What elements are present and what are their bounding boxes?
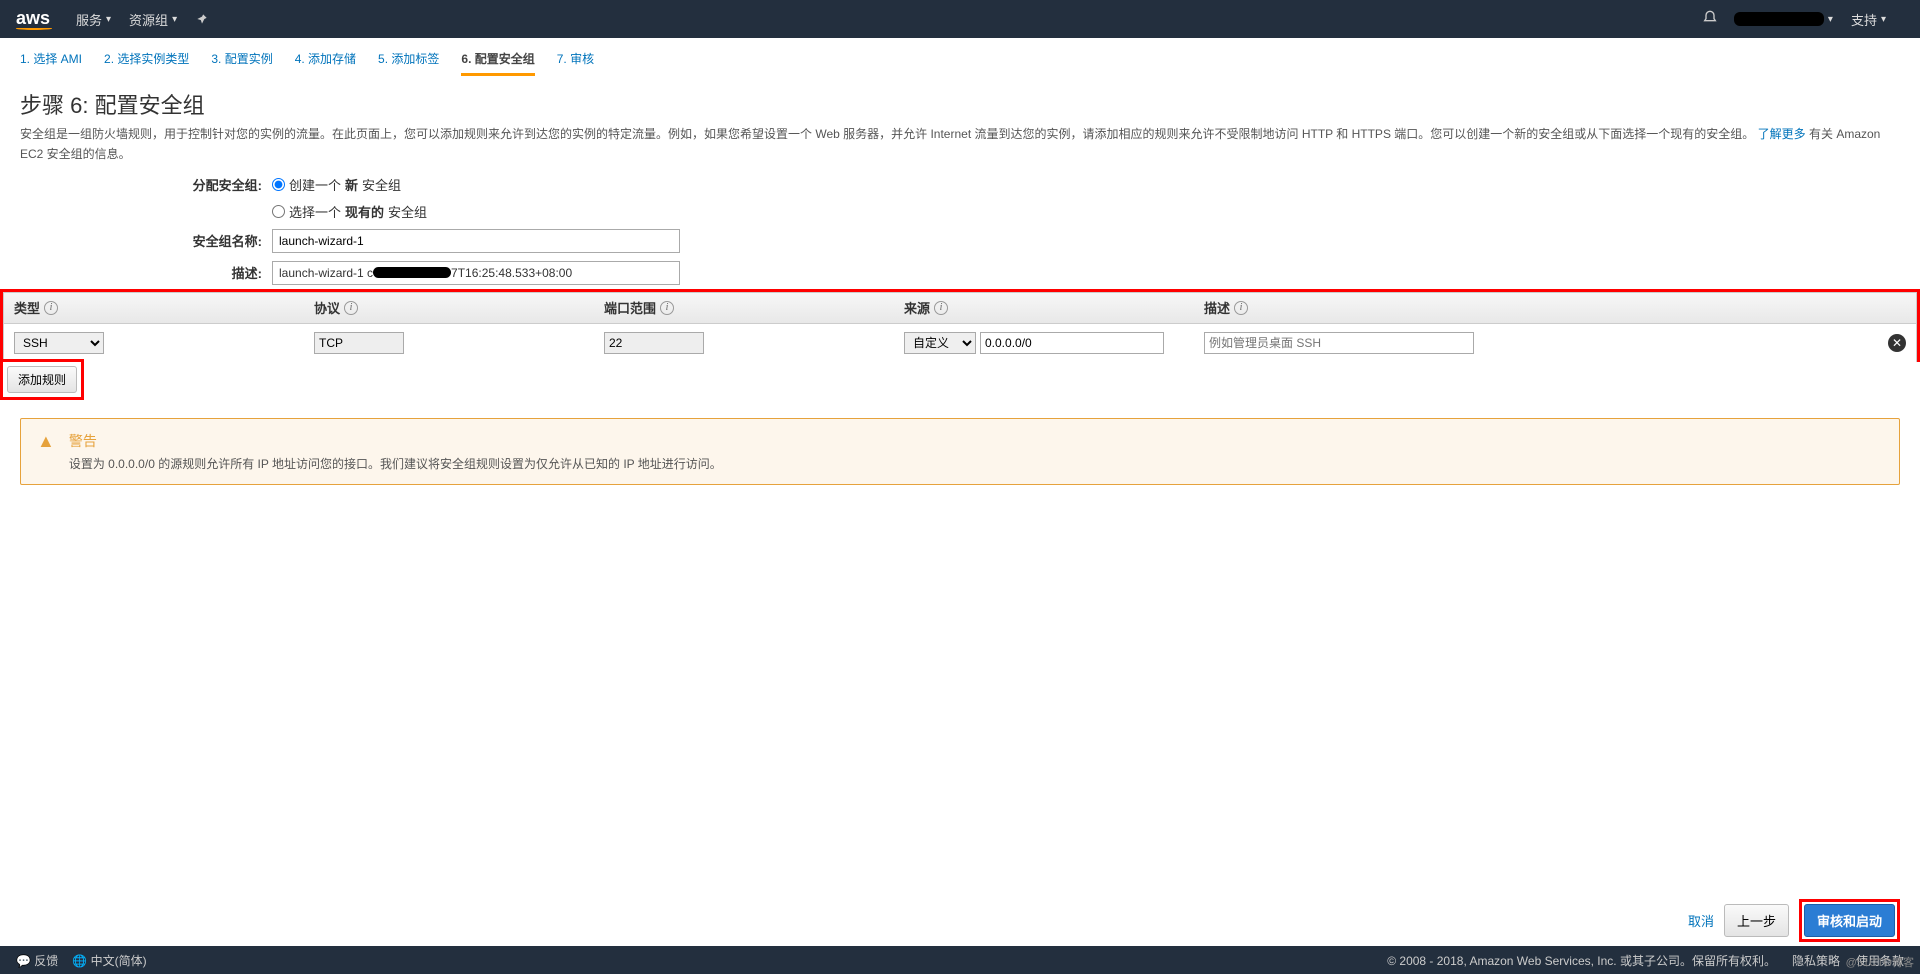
previous-button[interactable]: 上一步 bbox=[1724, 904, 1789, 937]
rules-header-row: 类型 i 协议 i 端口范围 i 来源 i 描述 i bbox=[3, 292, 1917, 324]
rule-type-select[interactable]: SSH bbox=[14, 332, 104, 354]
rule-port-input bbox=[604, 332, 704, 354]
wizard-footer-actions: 取消 上一步 审核和启动 bbox=[1688, 899, 1900, 942]
rule-cidr-input[interactable] bbox=[980, 332, 1164, 354]
rules-table-highlight: 类型 i 协议 i 端口范围 i 来源 i 描述 i SSH 自定义 ✕ bbox=[0, 289, 1920, 362]
account-menu[interactable]: ▾ bbox=[1734, 12, 1833, 26]
menu-support[interactable]: 支持▾ bbox=[1851, 10, 1886, 29]
add-rule-button[interactable]: 添加规则 bbox=[7, 366, 77, 393]
watermark-text: @51CTO博客 bbox=[1846, 954, 1914, 970]
feedback-link[interactable]: 💬 反馈 bbox=[16, 952, 58, 969]
chevron-down-icon: ▾ bbox=[1881, 14, 1886, 25]
page-title: 步骤 6: 配置安全组 bbox=[20, 88, 1900, 120]
radio-create-new[interactable]: 创建一个新安全组 bbox=[272, 175, 401, 194]
menu-resource-groups[interactable]: 资源组▾ bbox=[129, 10, 177, 29]
review-launch-button[interactable]: 审核和启动 bbox=[1804, 904, 1895, 937]
warning-text: 设置为 0.0.0.0/0 的源规则允许所有 IP 地址访问您的接口。我们建议将… bbox=[69, 455, 722, 472]
col-port-label: 端口范围 bbox=[604, 298, 656, 317]
chevron-down-icon: ▾ bbox=[106, 14, 111, 25]
radio-select-existing-input[interactable] bbox=[272, 205, 285, 218]
col-type-label: 类型 bbox=[14, 298, 40, 317]
sg-desc-label: 描述: bbox=[20, 263, 272, 282]
tab-add-tags[interactable]: 5. 添加标签 bbox=[378, 50, 439, 76]
add-rule-highlight: 添加规则 bbox=[0, 359, 84, 400]
assign-sg-label: 分配安全组: bbox=[20, 175, 272, 194]
sg-name-input[interactable] bbox=[272, 229, 680, 253]
notifications-icon[interactable] bbox=[1702, 10, 1718, 29]
info-icon[interactable]: i bbox=[344, 301, 358, 315]
review-highlight: 审核和启动 bbox=[1799, 899, 1900, 942]
rule-source-select[interactable]: 自定义 bbox=[904, 332, 976, 354]
rule-protocol-input bbox=[314, 332, 404, 354]
wizard-steps: 1. 选择 AMI 2. 选择实例类型 3. 配置实例 4. 添加存储 5. 添… bbox=[0, 38, 1920, 82]
remove-rule-icon[interactable]: ✕ bbox=[1888, 334, 1906, 352]
info-icon[interactable]: i bbox=[1234, 301, 1248, 315]
sg-desc-input[interactable]: launch-wizard-1 c7T16:25:48.533+08:00 bbox=[272, 261, 680, 285]
copyright-text: © 2008 - 2018, Amazon Web Services, Inc.… bbox=[1387, 952, 1776, 969]
info-icon[interactable]: i bbox=[660, 301, 674, 315]
pin-icon[interactable] bbox=[195, 12, 209, 26]
tab-instance-type[interactable]: 2. 选择实例类型 bbox=[104, 50, 189, 76]
sg-name-label: 安全组名称: bbox=[20, 231, 272, 250]
learn-more-link[interactable]: 了解更多 bbox=[1758, 127, 1806, 141]
menu-services[interactable]: 服务▾ bbox=[76, 10, 111, 29]
account-name-redacted bbox=[1734, 12, 1824, 26]
warning-title: 警告 bbox=[69, 431, 722, 451]
info-icon[interactable]: i bbox=[934, 301, 948, 315]
radio-create-new-input[interactable] bbox=[272, 178, 285, 191]
chevron-down-icon: ▾ bbox=[1828, 14, 1833, 25]
chevron-down-icon: ▾ bbox=[172, 14, 177, 25]
tab-choose-ami[interactable]: 1. 选择 AMI bbox=[20, 50, 82, 76]
top-nav-bar: aws 服务▾ 资源组▾ ▾ 支持▾ bbox=[0, 0, 1920, 38]
tab-configure-instance[interactable]: 3. 配置实例 bbox=[211, 50, 272, 76]
warning-panel: ▲ 警告 设置为 0.0.0.0/0 的源规则允许所有 IP 地址访问您的接口。… bbox=[20, 418, 1900, 485]
aws-logo[interactable]: aws bbox=[16, 8, 52, 30]
cancel-button[interactable]: 取消 bbox=[1688, 911, 1714, 930]
page-description: 安全组是一组防火墙规则，用于控制针对您的实例的流量。在此页面上，您可以添加规则来… bbox=[20, 124, 1900, 165]
col-source-label: 来源 bbox=[904, 298, 930, 317]
tab-add-storage[interactable]: 4. 添加存储 bbox=[295, 50, 356, 76]
info-icon[interactable]: i bbox=[44, 301, 58, 315]
tab-security-group[interactable]: 6. 配置安全组 bbox=[461, 50, 534, 76]
col-protocol-label: 协议 bbox=[314, 298, 340, 317]
bottom-bar: 💬 反馈 🌐 中文(简体) © 2008 - 2018, Amazon Web … bbox=[0, 946, 1920, 974]
rule-row: SSH 自定义 ✕ bbox=[3, 324, 1917, 362]
radio-select-existing[interactable]: 选择一个现有的安全组 bbox=[272, 202, 427, 221]
tab-review[interactable]: 7. 审核 bbox=[557, 50, 594, 76]
privacy-link[interactable]: 隐私策略 bbox=[1792, 952, 1840, 969]
rule-desc-input[interactable] bbox=[1204, 332, 1474, 354]
warning-icon: ▲ bbox=[37, 431, 55, 452]
language-selector[interactable]: 🌐 中文(简体) bbox=[72, 952, 146, 969]
desc-redacted bbox=[373, 267, 451, 278]
col-desc-label: 描述 bbox=[1204, 298, 1230, 317]
